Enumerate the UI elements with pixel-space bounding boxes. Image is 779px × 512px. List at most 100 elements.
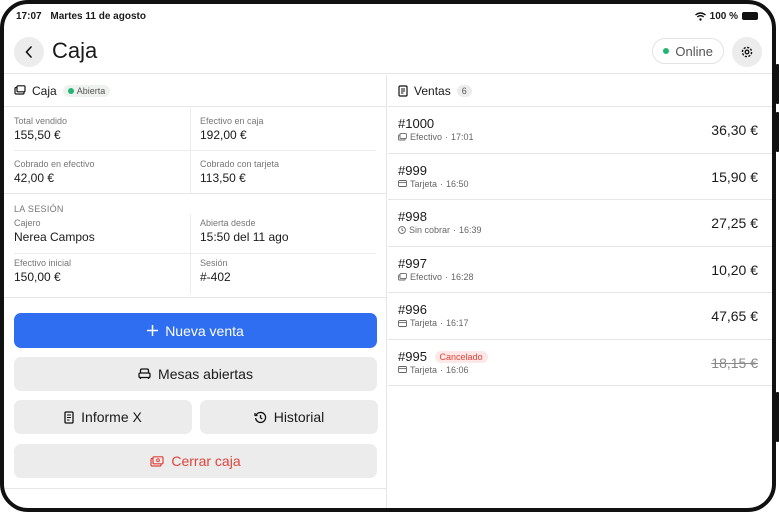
clock-icon (398, 226, 406, 234)
stat-value: 113,50 € (200, 171, 246, 185)
sale-method: Efectivo (410, 132, 443, 142)
stat-value: 42,00 € (14, 171, 55, 185)
divider (4, 488, 386, 489)
sale-amount: 15,90 € (711, 168, 758, 185)
session-open-since: Abierta desde 15:50 del 11 ago (190, 214, 376, 253)
wifi-icon (694, 11, 706, 21)
close-register-icon (150, 455, 164, 467)
register-state-label: Abierta (76, 85, 106, 96)
online-label: Online (675, 43, 713, 59)
sale-row[interactable]: #996 Tarjeta · 16:17 47,65 € (388, 293, 772, 340)
stat-value: 192,00 € (200, 128, 247, 142)
online-status[interactable]: Online (652, 38, 724, 64)
stat-value: 155,50 € (14, 128, 61, 142)
sale-amount: 36,30 € (711, 122, 758, 138)
session-cashier: Cajero Nerea Campos (14, 214, 190, 253)
session-section-label: LA SESIÓN (14, 204, 64, 214)
stat-label: Sesión (200, 258, 228, 268)
sale-row[interactable]: #998 Sin cobrar · 16:39 27,25 € (388, 200, 772, 247)
sale-amount: 18,15 € (711, 354, 758, 371)
device-frame: 17:07 Martes 11 de agosto 100 % Caja Onl… (0, 0, 776, 512)
stat-value: 15:50 del 11 ago (200, 230, 289, 244)
new-sale-button[interactable]: Nueva venta (14, 313, 377, 348)
stat-cash-collected: Cobrado en efectivo 42,00 € (14, 151, 190, 193)
card-icon (398, 180, 407, 187)
sale-time: 16:50 (446, 178, 469, 189)
stat-label: Cobrado con tarjeta (200, 159, 280, 169)
close-register-label: Cerrar caja (171, 453, 241, 469)
sale-amount: 10,20 € (711, 261, 758, 278)
report-x-button[interactable]: Informe X (14, 400, 192, 434)
battery-icon (742, 12, 758, 20)
sale-method: Tarjeta (410, 318, 438, 328)
meta-separator: · (445, 271, 449, 282)
register-panel-header: Caja Abierta (4, 75, 386, 107)
stats-row: Total vendido 155,50 € Efectivo en caja … (14, 108, 376, 151)
sale-time: 16:06 (446, 364, 469, 375)
top-bar: Caja Online (4, 30, 772, 74)
session-row: Efectivo inicial 150,00 € Sesión #-402 (14, 254, 376, 294)
history-label: Historial (273, 409, 325, 425)
close-register-button[interactable]: Cerrar caja (14, 444, 377, 478)
open-tables-label: Mesas abiertas (158, 366, 253, 382)
sales-count-badge: 6 (456, 84, 472, 97)
sale-amount: 47,65 € (711, 308, 758, 324)
card-icon (398, 366, 407, 373)
session-id: Sesión #-402 (190, 254, 376, 294)
sale-method: Tarjeta (410, 364, 438, 375)
sale-row[interactable]: #997 Efectivo · 16:28 10,20 € (388, 247, 772, 293)
open-dot-icon (67, 87, 74, 94)
register-icon (14, 85, 26, 95)
status-date: Martes 11 de agosto (50, 10, 146, 22)
sale-row[interactable]: #995 Cancelado Tarjeta · 16:06 18,15 € (388, 340, 772, 386)
history-button[interactable]: Historial (200, 400, 378, 434)
meta-separator: · (440, 318, 444, 328)
session-row: Cajero Nerea Campos Abierta desde 15:50 … (14, 214, 376, 254)
sale-method: Sin cobrar (409, 225, 451, 235)
session-initial-cash: Efectivo inicial 150,00 € (14, 254, 190, 294)
settings-button[interactable] (732, 37, 762, 67)
stats-row: Cobrado en efectivo 42,00 € Cobrado con … (14, 151, 376, 194)
stat-cash-in-drawer: Efectivo en caja 192,00 € (190, 108, 376, 150)
stat-label: Efectivo en caja (200, 116, 264, 126)
battery-percentage: 100 % (709, 10, 738, 22)
sale-number: #995 (398, 348, 427, 364)
stat-label: Cobrado en efectivo (14, 159, 95, 169)
stat-value: 150,00 € (14, 270, 61, 284)
status-time: 17:07 (16, 10, 42, 22)
back-button[interactable] (14, 37, 44, 67)
stat-label: Efectivo inicial (14, 258, 72, 268)
stat-value: Nerea Campos (14, 230, 95, 244)
online-dot-icon (663, 48, 670, 54)
sale-row[interactable]: #999 Tarjeta · 16:50 15,90 € (388, 154, 772, 200)
sale-time: 16:39 (459, 225, 482, 235)
register-panel: Caja Abierta Total vendido 155,50 € Efec… (4, 75, 387, 508)
status-bar: 17:07 Martes 11 de agosto 100 % (16, 9, 758, 23)
register-state-badge: Abierta (62, 84, 111, 97)
new-sale-label: Nueva venta (165, 322, 244, 339)
stat-label: Total vendido (14, 116, 68, 126)
history-icon (254, 411, 266, 423)
sales-panel-header: Ventas 6 (388, 75, 772, 107)
stat-value: #-402 (200, 270, 231, 284)
chevron-left-icon (25, 46, 32, 58)
register-stats: Total vendido 155,50 € Efectivo en caja … (4, 108, 386, 298)
armchair-icon (138, 368, 151, 379)
stat-label: Cajero (14, 218, 41, 228)
gear-icon (741, 46, 753, 58)
sales-panel: Ventas 6 #1000 Efectivo · 17:01 36,30 € #9… (388, 75, 772, 508)
plus-icon (147, 325, 159, 336)
stat-total-sold: Total vendido 155,50 € (14, 108, 190, 150)
meta-separator: · (453, 225, 457, 235)
stat-label: Abierta desde (200, 218, 256, 228)
stat-card-collected: Cobrado con tarjeta 113,50 € (190, 151, 376, 193)
sale-amount: 27,25 € (711, 215, 758, 231)
sales-list-icon (398, 84, 408, 97)
register-title: Caja (32, 83, 57, 98)
cash-icon (398, 133, 407, 141)
receipt-icon (64, 410, 74, 424)
sale-row[interactable]: #1000 Efectivo · 17:01 36,30 € (388, 107, 772, 154)
page-title: Caja (52, 38, 98, 63)
open-tables-button[interactable]: Mesas abiertas (14, 357, 377, 391)
meta-separator: · (440, 364, 444, 375)
